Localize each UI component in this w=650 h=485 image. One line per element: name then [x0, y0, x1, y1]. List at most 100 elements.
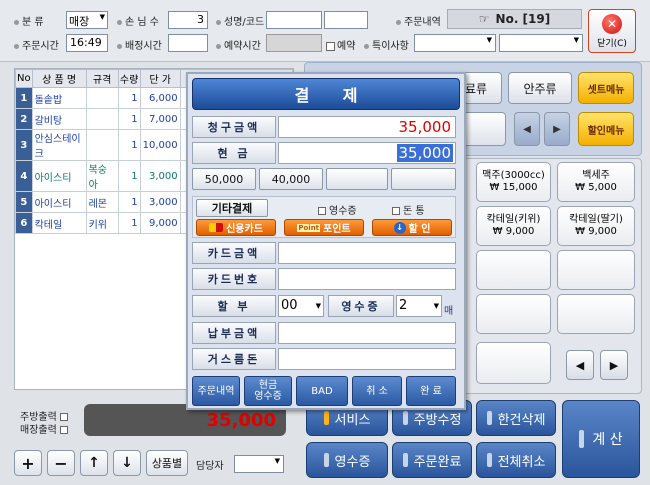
- menu-item[interactable]: 칵테일(딸기) ₩ 9,000: [557, 206, 635, 246]
- arrow-right-icon: ▶: [553, 123, 561, 135]
- close-button[interactable]: ✕ 닫기(C): [588, 9, 636, 53]
- card-number-field[interactable]: [278, 268, 456, 290]
- cancel-all-button[interactable]: 전체취소: [476, 442, 556, 478]
- quick-amount-50000[interactable]: 50,000: [192, 168, 256, 190]
- minus-button[interactable]: −: [47, 450, 75, 476]
- staff-label: 담당자: [196, 461, 224, 472]
- dialog-cancel-button[interactable]: 취 소: [352, 376, 402, 406]
- delivery-time-input[interactable]: [168, 34, 208, 52]
- card-amount-field[interactable]: [278, 242, 456, 264]
- chevron-down-icon: ▼: [433, 302, 439, 310]
- change-field: [278, 348, 456, 370]
- menu-item[interactable]: 백세주 ₩ 5,000: [557, 162, 635, 202]
- col-price: 단 가: [139, 69, 181, 88]
- paid-amount-field: [278, 322, 456, 344]
- order-complete-button[interactable]: 주문완료: [392, 442, 472, 478]
- menu-item[interactable]: 칵테일(키위) ₩ 9,000: [476, 206, 551, 246]
- dialog-title: 결 제: [192, 78, 460, 110]
- card-number-label: 카드번호: [192, 268, 276, 290]
- indicator-icon: [402, 411, 408, 425]
- money-drawer-checkbox[interactable]: 돈 통: [392, 202, 425, 217]
- name-input[interactable]: [266, 11, 322, 29]
- col-spec: 규격: [85, 69, 119, 88]
- staff-select[interactable]: ▼: [234, 455, 284, 473]
- chevron-down-icon: ▼: [315, 302, 321, 310]
- order-history-label: 주문내역: [396, 13, 441, 28]
- menu-next-button[interactable]: ▶: [600, 350, 628, 380]
- discount-menu-button[interactable]: 할인메뉴: [578, 112, 634, 146]
- code-input[interactable]: [324, 11, 368, 29]
- menu-item-empty[interactable]: [476, 294, 551, 334]
- order-number-box: ☞ No. [19]: [447, 9, 582, 29]
- cash-field[interactable]: 35,000: [278, 142, 456, 164]
- cash-receipt-button[interactable]: 현금 영수증: [244, 376, 292, 406]
- special-select-2[interactable]: ▼: [499, 34, 583, 52]
- receipt-button[interactable]: 영수증: [306, 442, 388, 478]
- menu-item-empty[interactable]: [476, 342, 551, 384]
- service-indicator-icon: [323, 411, 329, 425]
- cash-label: 현 금: [192, 142, 276, 164]
- menu-item[interactable]: 맥주(3000cc) ₩ 15,000: [476, 162, 551, 202]
- reservation-time-input[interactable]: [266, 34, 322, 52]
- reservation-time-label: 예약시간: [216, 37, 261, 52]
- dialog-complete-button[interactable]: 완 료: [406, 376, 456, 406]
- close-icon: ✕: [602, 13, 622, 34]
- point-icon: Point: [297, 223, 321, 232]
- calculate-button[interactable]: 계 산: [562, 400, 640, 478]
- credit-card-button[interactable]: 신용카드: [196, 219, 276, 236]
- special-select[interactable]: ▼: [414, 34, 496, 52]
- billed-amount-field: 35,000: [278, 116, 456, 138]
- installment-select[interactable]: 00 ▼: [278, 295, 324, 317]
- discount-icon: ↓: [393, 221, 406, 234]
- category-next-button[interactable]: ▶: [544, 112, 570, 146]
- indicator-icon: [486, 453, 492, 467]
- guests-label: 손 님 수: [117, 13, 159, 28]
- other-payment-tab[interactable]: 기타결제: [196, 199, 268, 217]
- menu-item-empty[interactable]: [476, 250, 551, 290]
- close-label: 닫기(C): [597, 38, 627, 49]
- name-code-label: 성명/코드: [216, 13, 264, 28]
- menu-item-empty[interactable]: [557, 250, 635, 290]
- down-button[interactable]: ↓: [113, 450, 141, 476]
- counter-print-check[interactable]: 매장출력: [20, 421, 68, 436]
- bad-button[interactable]: BAD: [296, 376, 348, 406]
- arrow-left-icon: ◀: [575, 358, 585, 372]
- menu-item-empty[interactable]: [557, 294, 635, 334]
- dialog-order-history-button[interactable]: 주문내역: [192, 376, 240, 406]
- set-menu-button[interactable]: 셋트메뉴: [578, 72, 634, 104]
- menu-prev-button[interactable]: ◀: [566, 350, 594, 380]
- up-button[interactable]: ↑: [80, 450, 108, 476]
- billed-amount-label: 청구금액: [192, 116, 276, 138]
- pointing-hand-icon: ☞: [478, 12, 490, 26]
- guests-input[interactable]: 3: [168, 11, 208, 29]
- quick-amount-empty[interactable]: [326, 168, 388, 190]
- order-time-input[interactable]: 16:49: [66, 34, 108, 52]
- quick-amount-40000[interactable]: 40,000: [259, 168, 323, 190]
- point-button[interactable]: Point 포인트: [284, 219, 364, 236]
- col-name: 상 품 명: [31, 69, 87, 88]
- reservation-checkbox[interactable]: 예약: [326, 37, 355, 52]
- credit-card-icon: [209, 223, 224, 232]
- category-tab-2[interactable]: 안주류: [508, 72, 572, 104]
- delivery-time-label: 배정시간: [117, 37, 162, 52]
- paid-amount-label: 납부금액: [192, 322, 276, 344]
- category-prev-button[interactable]: ◀: [514, 112, 540, 146]
- discount-button[interactable]: ↓ 할 인: [372, 219, 452, 236]
- arrow-right-icon: ▶: [609, 358, 619, 372]
- receipt-checkbox[interactable]: 영수증: [318, 202, 357, 217]
- category-label: 분 류: [14, 13, 44, 28]
- cash-value: 35,000: [396, 144, 453, 162]
- quick-amount-empty[interactable]: [391, 168, 456, 190]
- plus-button[interactable]: +: [14, 450, 42, 476]
- col-no: No: [15, 69, 33, 88]
- arrow-left-icon: ◀: [523, 123, 531, 135]
- indicator-icon: [486, 411, 492, 425]
- installment-label: 할 부: [192, 295, 276, 317]
- by-product-button[interactable]: 상품별: [146, 450, 188, 476]
- category-select[interactable]: 매장 ▼: [66, 11, 108, 29]
- delete-one-button[interactable]: 한건삭제: [476, 400, 556, 436]
- col-qty: 수량: [117, 69, 141, 88]
- indicator-icon: [579, 430, 585, 448]
- special-label: 특이사항: [364, 37, 409, 52]
- receipt-count-select[interactable]: 2 ▼: [396, 295, 442, 317]
